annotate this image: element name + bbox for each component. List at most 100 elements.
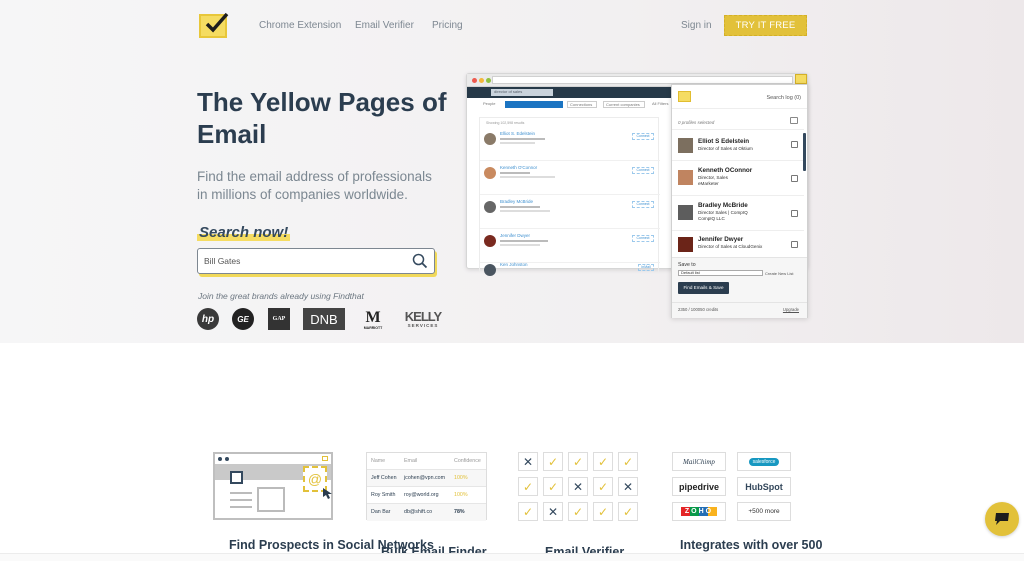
checkmark-icon	[205, 12, 229, 33]
nav-email-verifier[interactable]: Email Verifier	[355, 20, 414, 31]
extension-toolbar-icon	[795, 74, 807, 84]
valid-check-icon: ✓	[568, 452, 588, 471]
cell: jcohen@vpn.com	[404, 475, 446, 481]
results-count: Showing 102,598 results	[486, 121, 525, 125]
table-row: Dan Bar db@shift.co 78%	[367, 504, 486, 521]
result-name: Bradley McBride	[500, 199, 534, 204]
upgrade-link: Upgrade	[782, 307, 799, 312]
profile-row: Bradley McBride Director Sales | CompIQ …	[672, 196, 804, 231]
marriott-logo: M MARRIOTT	[363, 309, 383, 331]
profile-title: Director of Sales at Oktium	[698, 146, 753, 151]
try-it-free-button[interactable]: TRY IT FREE	[724, 15, 807, 36]
kelly-text: KELLY	[404, 309, 442, 324]
result-row: Ken Johnston InMail	[480, 258, 660, 292]
sign-in-link[interactable]: Sign in	[681, 20, 712, 31]
search-box	[197, 248, 435, 274]
cell: Roy Smith	[371, 492, 396, 498]
result-line	[500, 172, 530, 174]
gap-logo: GAP	[268, 308, 290, 330]
header-confidence: Confidence	[454, 458, 481, 464]
profile-name: Elliot S Edelstein	[698, 138, 750, 145]
valid-check-icon: ✓	[543, 477, 563, 496]
linkedin-header: director of sales	[467, 87, 672, 98]
table-header: Name Email Confidence	[367, 453, 486, 470]
extension-footer: Save to Default list Create New List Fin…	[672, 257, 807, 318]
profile-icon	[230, 471, 243, 484]
header-name: Name	[371, 458, 386, 464]
nav-pricing[interactable]: Pricing	[432, 20, 463, 31]
avatar	[484, 264, 496, 276]
cell: 78%	[454, 509, 465, 515]
avatar	[484, 235, 496, 247]
valid-check-icon: ✓	[518, 502, 538, 521]
filter-connections: Connections	[567, 101, 597, 108]
search-log: Search log (0)	[766, 95, 801, 101]
valid-check-icon: ✓	[543, 452, 563, 471]
linkedin-search: director of sales	[491, 89, 553, 96]
scrollbar	[803, 133, 806, 171]
divider	[672, 302, 807, 303]
text-line	[230, 506, 252, 508]
brands-caption: Join the great brands already using Find…	[198, 291, 364, 301]
chat-button[interactable]	[985, 502, 1019, 536]
cell: 100%	[454, 492, 468, 498]
profile-name: Jennifer Dwyer	[698, 236, 744, 243]
linkedin-results: Showing 102,598 results Elliot S. Edelst…	[479, 117, 660, 276]
mailchimp-logo: MailChimp	[672, 452, 726, 471]
connect-button: Connect	[632, 133, 654, 140]
profile-title: Director of Sales at CloudGenix	[698, 244, 763, 249]
profile-row: Jennifer Dwyer Director of Sales at Clou…	[672, 231, 804, 259]
url-bar	[492, 76, 793, 84]
image-placeholder	[257, 487, 285, 512]
bulk-table: Name Email Confidence Jeff Cohen jcohen@vpn…	[366, 452, 487, 521]
list-select: Default list	[678, 270, 763, 276]
result-line	[500, 240, 548, 242]
profile-checkbox	[791, 241, 798, 248]
page-title: The Yellow Pages of Email	[197, 87, 447, 149]
connect-button: Connect	[632, 167, 654, 174]
invalid-x-icon: ✕	[618, 477, 638, 496]
profile-checkbox	[791, 210, 798, 217]
profile-company: eMarketer	[698, 181, 719, 186]
header-email: Email	[404, 458, 418, 464]
profile-name: Kenneth OConnor	[698, 167, 753, 174]
avatar	[484, 133, 496, 145]
result-name: Elliot S. Edelstein	[500, 131, 536, 136]
cell: Dan Bar	[371, 509, 391, 515]
close-dot	[472, 78, 477, 83]
marriott-text: MARRIOTT	[363, 326, 383, 330]
window-dot	[225, 457, 229, 461]
profile-company: CompIQ LLC	[698, 216, 725, 221]
search-icon[interactable]	[412, 253, 428, 269]
minimize-dot	[479, 78, 484, 83]
hp-logo: hp	[197, 308, 219, 330]
kelly-logo: KELLY SERVICES	[400, 306, 446, 332]
profile-row: Kenneth OConnor Director, Sales eMarkete…	[672, 161, 804, 196]
search-input[interactable]	[204, 256, 404, 266]
cell: roy@world.org	[404, 492, 439, 498]
salesforce-logo: salesforce	[737, 452, 791, 471]
profile-row: Elliot S Edelstein Director of Sales at …	[672, 130, 804, 161]
nav-chrome-extension[interactable]: Chrome Extension	[259, 20, 341, 31]
find-emails-button: Find Emails & Save	[678, 282, 729, 294]
valid-check-icon: ✓	[593, 502, 613, 521]
valid-check-icon: ✓	[593, 452, 613, 471]
result-row: Bradley McBride Connect	[480, 195, 660, 229]
dnb-logo: DNB	[303, 308, 345, 330]
avatar	[484, 201, 496, 213]
profiles-selected: 0 profiles selected	[678, 120, 715, 125]
divider	[672, 108, 807, 109]
chat-bubble-icon	[995, 513, 1009, 525]
table-row: Jeff Cohen jcohen@vpn.com 100%	[367, 470, 486, 487]
zoho-logo: ZOHO	[672, 502, 726, 521]
findthat-logo[interactable]	[199, 12, 229, 38]
filter-location	[505, 101, 563, 108]
pipedrive-logo: pipedrive	[672, 477, 726, 496]
result-line	[500, 210, 550, 212]
extension-popup: Search log (0) 0 profiles selected Ellio…	[671, 84, 808, 318]
profile-list: Elliot S Edelstein Director of Sales at …	[672, 129, 804, 252]
zoho-text: ZOHO	[680, 507, 718, 516]
save-to-label: Save to	[678, 262, 696, 268]
extension-logo	[678, 91, 691, 102]
profile-checkbox	[791, 141, 798, 148]
